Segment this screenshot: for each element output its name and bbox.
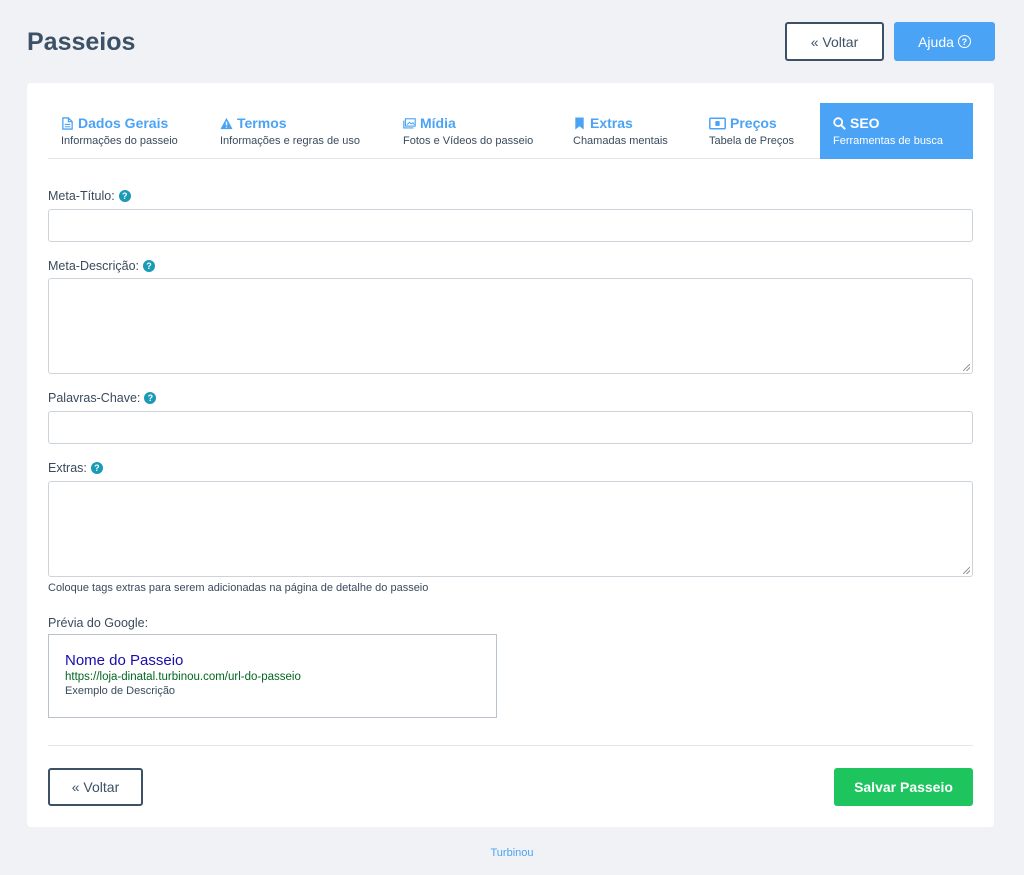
meta-title-input[interactable] xyxy=(48,209,973,242)
tab-label: Mídia xyxy=(420,115,456,131)
extras-textarea[interactable] xyxy=(48,481,973,577)
tab-dados-gerais[interactable]: Dados Gerais Informações do passeio xyxy=(48,103,206,159)
footer-link[interactable]: Turbinou xyxy=(0,847,1024,859)
tab-sublabel: Informações do passeio xyxy=(61,135,178,147)
back-button-top[interactable]: « Voltar xyxy=(785,22,884,61)
back-button-bottom[interactable]: « Voltar xyxy=(48,768,143,806)
extras-help-text: Coloque tags extras para serem adicionad… xyxy=(48,582,429,594)
tab-label: SEO xyxy=(850,115,880,131)
keywords-label: Palavras-Chave: ? xyxy=(48,391,157,405)
tab-label: Extras xyxy=(590,115,633,131)
tab-label: Termos xyxy=(237,115,287,131)
save-button-label: Salvar Passeio xyxy=(854,779,953,795)
keywords-input[interactable] xyxy=(48,411,973,444)
tab-termos[interactable]: Termos Informações e regras de uso xyxy=(207,103,389,159)
back-button-label: « Voltar xyxy=(71,779,120,795)
tab-precos[interactable]: Preços Tabela de Preços xyxy=(696,103,820,159)
main-card: Dados Gerais Informações do passeio Term… xyxy=(27,83,994,827)
tab-seo[interactable]: SEO Ferramentas de busca xyxy=(820,103,973,159)
tab-extras[interactable]: Extras Chamadas mentais xyxy=(560,103,695,159)
extras-label-text: Extras: xyxy=(48,461,87,475)
back-button-label: « Voltar xyxy=(810,33,859,50)
question-circle-icon: ? xyxy=(957,35,971,48)
tab-label: Dados Gerais xyxy=(78,115,169,131)
keywords-label-text: Palavras-Chave: xyxy=(48,391,141,405)
money-icon xyxy=(709,117,726,129)
bookmark-icon xyxy=(575,116,584,130)
question-icon[interactable]: ? xyxy=(143,260,155,272)
page-title: Passeios xyxy=(27,28,136,56)
help-button-label: Ajuda xyxy=(918,33,954,50)
tab-label: Preços xyxy=(730,115,777,131)
save-tour-button[interactable]: Salvar Passeio xyxy=(834,768,973,806)
google-preview-label: Prévia do Google: xyxy=(48,616,149,630)
help-button[interactable]: Ajuda ? xyxy=(894,22,995,61)
extras-label: Extras: ? xyxy=(48,461,103,475)
question-icon[interactable]: ? xyxy=(90,462,103,474)
search-icon xyxy=(833,116,846,130)
tab-sublabel: Informações e regras de uso xyxy=(220,135,361,147)
tab-sublabel: Ferramentas de busca xyxy=(833,135,944,147)
preview-description: Exemplo de Descrição xyxy=(65,685,176,697)
meta-title-label: Meta-Título: ? xyxy=(48,189,131,203)
tab-sublabel: Chamadas mentais xyxy=(573,135,668,147)
tab-midia[interactable]: Mídia Fotos e Vídeos do passeio xyxy=(390,103,559,159)
meta-description-textarea[interactable] xyxy=(48,278,973,374)
resize-grip-icon[interactable] xyxy=(963,364,970,371)
resize-grip-icon[interactable] xyxy=(963,567,970,574)
warning-icon xyxy=(220,117,233,129)
meta-title-label-text: Meta-Título: xyxy=(48,189,115,203)
question-icon[interactable]: ? xyxy=(144,392,157,404)
google-preview-box: Nome do Passeio https://loja-dinatal.tur… xyxy=(48,634,497,718)
divider xyxy=(48,745,973,746)
tab-sublabel: Tabela de Preços xyxy=(709,135,794,147)
meta-description-label-text: Meta-Descrição: xyxy=(48,259,139,273)
tab-sublabel: Fotos e Vídeos do passeio xyxy=(403,135,534,147)
tab-bar: Dados Gerais Informações do passeio Term… xyxy=(48,103,973,159)
images-icon xyxy=(403,117,416,129)
meta-description-label: Meta-Descrição: ? xyxy=(48,259,155,273)
document-icon xyxy=(62,116,73,130)
preview-title: Nome do Passeio xyxy=(65,652,184,669)
question-icon[interactable]: ? xyxy=(118,190,131,202)
preview-url: https://loja-dinatal.turbinou.com/url-do… xyxy=(65,671,301,683)
